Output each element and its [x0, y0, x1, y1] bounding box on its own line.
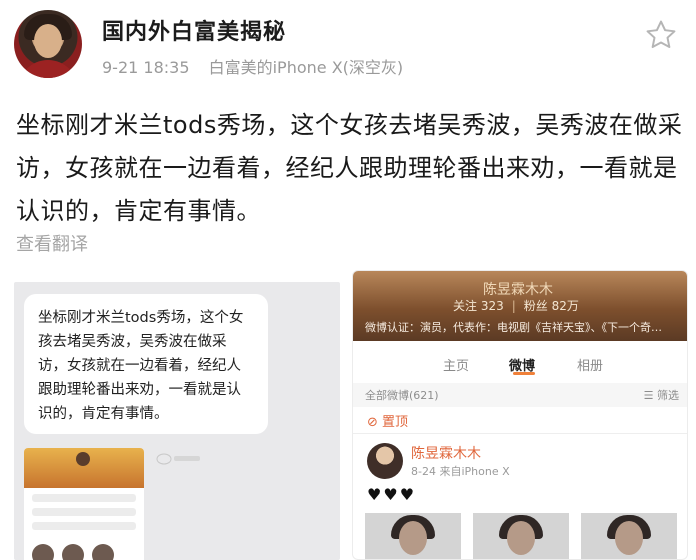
mini-photo: [62, 544, 84, 560]
author-name[interactable]: 国内外白富美揭秘: [102, 14, 286, 46]
fans-count: 粉丝 82万: [523, 299, 579, 313]
hearts-text: ♥♥♥: [367, 485, 417, 504]
filter-button[interactable]: ☰ 筛选: [644, 387, 679, 403]
post-text: 坐标刚才米兰tods秀场，这个女孩去堵吴秀波，吴秀波在做采访，女孩就在一边看着，…: [16, 111, 683, 225]
post-meta: 9-21 18:35 白富美的iPhone X(深空灰): [102, 54, 403, 78]
mini-photo: [92, 544, 114, 560]
photo-face: [615, 521, 643, 555]
mini-row: [32, 494, 136, 502]
photo-thumbnail[interactable]: [581, 513, 677, 559]
weibo-watermark-icon: [156, 453, 200, 465]
divider: [353, 433, 687, 434]
embedded-screenshot-left[interactable]: 坐标刚才米兰tods秀场，这个女孩去堵吴秀波，吴秀波在做采访，女孩就在一边看着，…: [14, 282, 340, 560]
chat-bubble: 坐标刚才米兰tods秀场，这个女孩去堵吴秀波，吴秀波在做采访，女孩就在一边看着，…: [24, 294, 268, 434]
author-avatar[interactable]: [14, 10, 82, 78]
avatar-shoulder: [18, 60, 78, 78]
weibo-count[interactable]: 全部微博(621): [365, 387, 439, 403]
avatar-face: [34, 24, 62, 58]
mini-photo: [32, 544, 54, 560]
pin-icon: ⊘: [367, 415, 383, 430]
post-user-name[interactable]: 陈昱霖木木: [411, 443, 481, 463]
photo-thumbnail[interactable]: [473, 513, 569, 559]
photo-grid: [365, 513, 681, 559]
profile-name: 陈昱霖木木: [483, 282, 553, 298]
profile-certification: 微博认证：演员，代表作：电视剧《吉祥天宝》、《下一个奇…: [365, 321, 662, 334]
active-tab-indicator: [513, 372, 535, 375]
mini-avatar: [76, 452, 90, 466]
pinned-label: ⊘ 置顶: [367, 411, 408, 430]
filter-icon: ☰: [643, 389, 657, 402]
post-images[interactable]: 坐标刚才米兰tods秀场，这个女孩去堵吴秀波，吴秀波在做采访，女孩就在一边看着，…: [0, 270, 696, 560]
tab-home[interactable]: 主页: [443, 355, 469, 374]
photo-thumbnail[interactable]: [365, 513, 461, 559]
mini-banner: [24, 448, 144, 488]
filter-label: 筛选: [657, 389, 679, 402]
star-outline-icon[interactable]: [644, 18, 678, 52]
mini-profile-thumbnail: [24, 448, 144, 560]
post-user-meta: 8-24 来自iPhone X: [411, 465, 510, 478]
follow-count: 关注 323: [453, 299, 504, 313]
photo-face: [399, 521, 427, 555]
weibo-count-bar: 全部微博(621) ☰ 筛选: [353, 383, 687, 407]
mini-photo-row: [32, 544, 136, 560]
photo-face: [507, 521, 535, 555]
post-time: 9-21 18:35: [102, 58, 190, 77]
post-header: 国内外白富美揭秘 9-21 18:35 白富美的iPhone X(深空灰): [0, 0, 696, 90]
tab-album[interactable]: 相册: [577, 355, 603, 374]
embedded-screenshot-right[interactable]: 陈昱霖木木 关注 323 | 粉丝 82万 微博认证：演员，代表作：电视剧《吉祥天宝…: [352, 270, 688, 560]
translate-link[interactable]: 查看翻译: [16, 230, 88, 256]
mini-row: [32, 522, 136, 530]
mini-row: [32, 508, 136, 516]
post-source[interactable]: 白富美的iPhone X(深空灰): [209, 58, 404, 77]
pinned-text: 置顶: [382, 415, 409, 430]
post-user-avatar[interactable]: [367, 443, 403, 479]
profile-banner: 陈昱霖木木 关注 323 | 粉丝 82万 微博认证：演员，代表作：电视剧《吉祥天宝…: [353, 271, 687, 341]
profile-stats: 关注 323 | 粉丝 82万: [453, 299, 579, 313]
